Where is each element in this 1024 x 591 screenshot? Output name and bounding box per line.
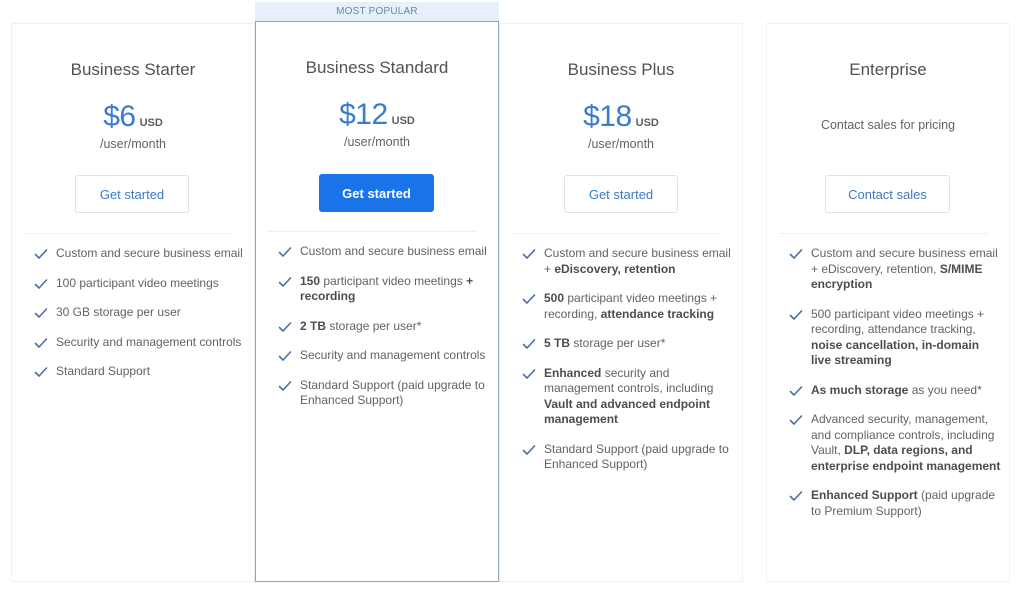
feature-item: 500 participant video meetings + recordi… [520, 291, 734, 322]
checkmark-icon [789, 490, 803, 502]
plan-card-enterprise: Enterprise Contact sales for pricing Con… [766, 23, 1010, 582]
checkmark-icon [278, 380, 292, 392]
feature-highlight: Vault and advanced endpoint management [544, 396, 711, 427]
feature-highlight: attendance tracking [600, 306, 715, 321]
checkmark-icon [522, 444, 536, 456]
checkmark-icon [789, 414, 803, 426]
checkmark-icon [34, 366, 48, 378]
checkmark-icon [789, 248, 803, 260]
plan-price: $6 [103, 100, 136, 133]
feature-item: Standard Support (paid upgrade to Enhanc… [520, 442, 734, 473]
checkmark-icon [278, 246, 292, 258]
checkmark-icon [34, 248, 48, 260]
feature-item: Standard Support [32, 364, 246, 380]
feature-list: Custom and secure business email 150 part… [276, 244, 490, 423]
feature-text: Standard Support (paid upgrade to Enhanc… [300, 377, 485, 408]
currency-label: USD [139, 117, 163, 129]
checkmark-icon [522, 368, 536, 380]
get-started-button[interactable]: Get started [564, 175, 678, 213]
billing-period: /user/month [99, 137, 166, 151]
divider [512, 233, 720, 234]
feature-item: Enhanced Support (paid upgrade to Premiu… [787, 488, 1001, 519]
feature-item: 150 participant video meetings + recordi… [276, 274, 490, 305]
feature-highlight: 150 [300, 273, 321, 288]
plan-name: Business Plus [567, 60, 675, 79]
checkmark-icon [522, 293, 536, 305]
feature-item: Standard Support (paid upgrade to Enhanc… [276, 378, 490, 409]
plan-name: Business Standard [305, 58, 449, 77]
pricing-note: Contact sales for pricing [820, 118, 956, 132]
price-row: $12 USD [256, 98, 498, 132]
checkmark-icon [789, 309, 803, 321]
checkmark-icon [278, 321, 292, 333]
feature-item: Enhanced security and management control… [520, 366, 734, 428]
feature-highlight: As much storage [811, 382, 909, 397]
divider [268, 231, 476, 232]
feature-item: 100 participant video meetings [32, 276, 246, 292]
feature-highlight: Enhanced [544, 365, 602, 380]
plan-name: Enterprise [849, 60, 927, 79]
checkmark-icon [34, 278, 48, 290]
feature-text: storage per user* [570, 336, 666, 350]
feature-item: Security and management controls [276, 348, 490, 364]
plan-price: $12 [339, 98, 388, 131]
currency-label: USD [391, 115, 415, 127]
feature-text: 500 participant video meetings + recordi… [811, 306, 985, 337]
checkmark-icon [278, 276, 292, 288]
divider [779, 233, 987, 234]
feature-text: Security and management controls [300, 348, 486, 362]
feature-text: Standard Support (paid upgrade to Enhanc… [544, 441, 729, 472]
plan-price: $18 [583, 100, 632, 133]
feature-item: As much storage as you need* [787, 383, 1001, 399]
feature-highlight: 2 TB [300, 318, 327, 333]
price-row: $18 USD [500, 100, 742, 134]
feature-highlight: eDiscovery, retention [554, 261, 676, 276]
feature-list: Custom and secure business email + eDisc… [520, 246, 734, 487]
feature-item: Custom and secure business email + eDisc… [787, 246, 1001, 293]
feature-text: Security and management controls [56, 334, 242, 349]
checkmark-icon [34, 307, 48, 319]
plan-card-business-standard: Business Standard $12 USD /user/month Get… [255, 21, 499, 582]
feature-list: Custom and secure business email + eDisc… [787, 246, 1001, 533]
feature-highlight: noise cancellation, in-domain live strea… [811, 337, 980, 368]
billing-period: /user/month [343, 135, 410, 149]
feature-text: Custom and secure business email [56, 246, 243, 260]
feature-text: Standard Support [56, 364, 151, 378]
checkmark-icon [522, 338, 536, 350]
feature-item: 500 participant video meetings + recordi… [787, 307, 1001, 369]
feature-text: Custom and secure business email [300, 244, 487, 258]
feature-highlight: Enhanced Support [811, 488, 918, 502]
feature-item: 5 TB storage per user* [520, 336, 734, 352]
plan-card-business-starter: Business Starter $6 USD /user/month Get s… [11, 23, 255, 582]
feature-item: Advanced security, management, and compl… [787, 412, 1001, 474]
get-started-button[interactable]: Get started [75, 175, 189, 213]
feature-text: participant video meetings [320, 273, 467, 288]
checkmark-icon [34, 337, 48, 349]
feature-text: storage per user* [326, 318, 422, 333]
checkmark-icon [522, 248, 536, 260]
checkmark-icon [278, 350, 292, 362]
feature-item: Custom and secure business email [32, 246, 246, 262]
feature-highlight: 5 TB [544, 336, 571, 350]
currency-label: USD [635, 117, 659, 129]
plan-name: Business Starter [70, 60, 196, 79]
checkmark-icon [789, 385, 803, 397]
price-row: $6 USD [12, 100, 254, 134]
feature-item: 2 TB storage per user* [276, 319, 490, 335]
plan-card-business-plus: Business Plus $18 USD /user/month Get sta… [499, 23, 743, 582]
get-started-button[interactable]: Get started [319, 174, 434, 212]
feature-highlight: 500 [544, 291, 565, 305]
feature-list: Custom and secure business email 100 part… [32, 246, 246, 394]
feature-text: as you need* [908, 382, 982, 397]
feature-item: 30 GB storage per user [32, 305, 246, 321]
contact-sales-button[interactable]: Contact sales [825, 175, 950, 213]
most-popular-badge: MOST POPULAR [255, 2, 499, 21]
feature-text: 100 participant video meetings [56, 275, 219, 290]
divider [24, 233, 232, 234]
feature-item: Custom and secure business email + eDisc… [520, 246, 734, 277]
feature-item: Security and management controls [32, 335, 246, 351]
feature-item: Custom and secure business email [276, 244, 490, 260]
billing-period: /user/month [587, 137, 654, 151]
feature-text: 30 GB storage per user [56, 305, 181, 319]
